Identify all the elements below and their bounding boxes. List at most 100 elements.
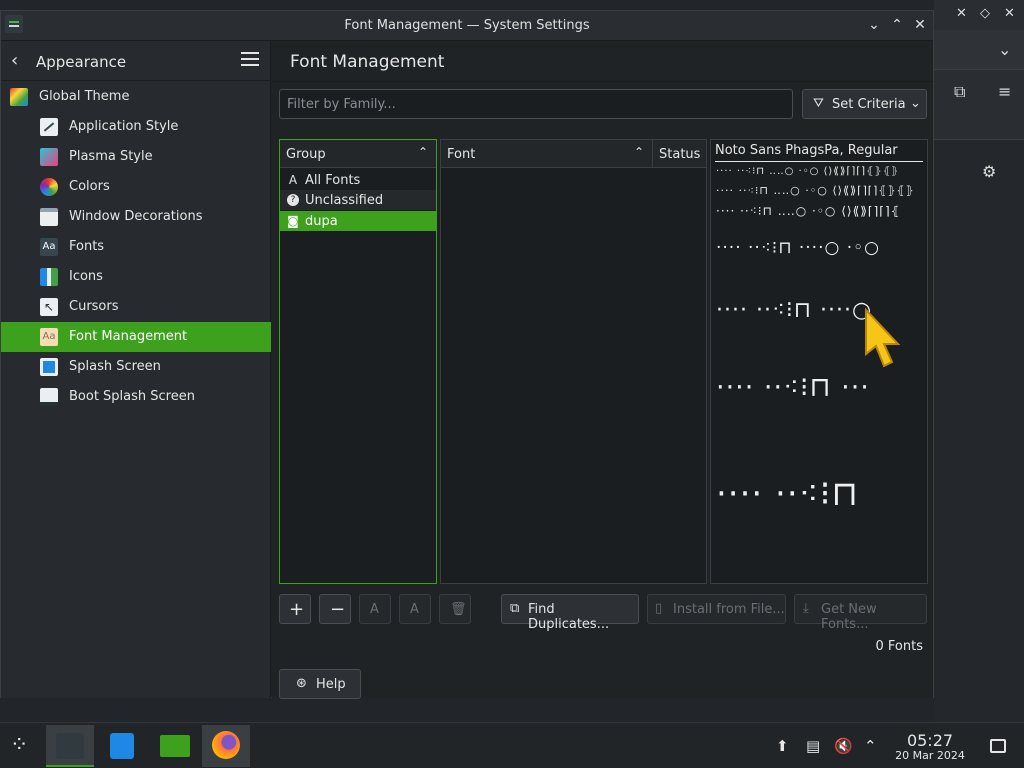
menu-icon[interactable]: ≡ xyxy=(998,82,1011,101)
mouse-pointer-icon xyxy=(865,308,901,368)
font-disable-icon: A xyxy=(410,602,419,617)
close-button[interactable]: ✕ xyxy=(911,16,929,34)
delete-font-button[interactable]: 🗑 xyxy=(439,594,471,624)
font-column-header[interactable]: Font ⌃ xyxy=(441,140,652,168)
help-circle-icon: ? xyxy=(287,194,299,206)
remove-group-button[interactable]: − xyxy=(319,594,351,624)
hamburger-menu-icon[interactable] xyxy=(241,52,259,66)
set-criteria-button[interactable]: ⛛ Set Criteria ⌄ xyxy=(802,89,927,119)
preview-sample-row: ···· ··⁖⁝⊓ ··· xyxy=(716,372,870,403)
minimize-icon[interactable]: ✕ xyxy=(956,6,967,21)
get-new-fonts-label: Get New Fonts... xyxy=(821,602,877,632)
chevron-up-icon[interactable]: ⌃ xyxy=(864,737,877,755)
clipboard-icon[interactable]: ▤ xyxy=(806,737,820,755)
clock-date[interactable]: 20 Mar 2024 xyxy=(885,749,975,762)
sidebar-item-plasma-style[interactable]: Plasma Style xyxy=(1,142,271,172)
sidebar-item-label: Application Style xyxy=(69,119,179,134)
find-duplicates-button[interactable]: ⧉ Find Duplicates... xyxy=(501,594,639,632)
boot-splash-screen-icon xyxy=(40,388,58,406)
firefox-icon xyxy=(212,731,240,759)
sidebar-item-boot-splash-screen[interactable]: Boot Splash Screen xyxy=(1,382,271,412)
background-window-titlebar: ✕ ◇ ✕ xyxy=(934,0,1024,30)
close-icon[interactable]: ✕ xyxy=(1004,6,1015,21)
preview-underline xyxy=(715,161,923,162)
group-list-panel[interactable]: Group ⌃ A All Fonts ? Unclassified ◙ dup… xyxy=(279,139,437,584)
desktop: ✕ ◇ ✕ ⌄ ⧉ ≡ ⚙ Font Management — System S… xyxy=(0,0,1024,768)
minus-icon: − xyxy=(330,599,346,620)
sidebar-item-application-style[interactable]: Application Style xyxy=(1,112,271,142)
sidebar-item-font-management[interactable]: Aa Font Management xyxy=(1,322,271,352)
disable-font-button[interactable]: A xyxy=(399,594,431,624)
maximize-button[interactable]: ⌃ xyxy=(888,16,906,34)
sidebar-category-title: Appearance xyxy=(36,53,127,71)
enable-font-button[interactable]: A xyxy=(359,594,391,624)
status-column-header[interactable]: Status xyxy=(652,140,706,168)
chevron-up-icon[interactable]: ⌃ xyxy=(634,145,644,159)
gear-icon[interactable]: ⚙ xyxy=(982,162,996,181)
sidebar-item-splash-screen[interactable]: Splash Screen xyxy=(1,352,271,382)
volume-muted-icon[interactable]: 🔇 xyxy=(834,737,853,755)
folder-icon xyxy=(160,735,190,757)
install-from-file-button[interactable]: ▯ Install from File... xyxy=(647,594,786,624)
filter-by-family-input[interactable]: Filter by Family... xyxy=(279,89,793,119)
sidebar-header: ‹ Appearance xyxy=(1,41,271,81)
plasma-style-icon xyxy=(40,148,58,166)
plus-icon: + xyxy=(289,599,305,620)
diamond-icon[interactable]: ◇ xyxy=(980,6,990,21)
background-window-toolbar: ⌄ xyxy=(934,30,1024,70)
application-style-icon xyxy=(40,118,58,136)
preview-sample-row: ···· ··⁖⁝⊓ xyxy=(716,474,859,514)
fonts-icon: Aa xyxy=(40,238,58,256)
preview-sample-row: ···· ··⁖⁝⊓ ····○ ·◦○ xyxy=(716,238,880,258)
chevron-up-icon[interactable]: ⌃ xyxy=(418,145,428,159)
taskbar: ⁘ ⬆ ▤ 🔇 ⌃ 05:27 20 Mar 2024 xyxy=(0,722,1024,768)
sidebar-item-cursors[interactable]: ↖ Cursors xyxy=(1,292,271,322)
taskbar-discover[interactable] xyxy=(98,725,146,767)
group-item-all-fonts[interactable]: A All Fonts xyxy=(280,170,436,190)
install-from-file-label: Install from File... xyxy=(673,602,785,617)
show-desktop-icon[interactable] xyxy=(990,739,1006,753)
background-window-header: ⧉ ≡ xyxy=(934,70,1024,140)
update-icon[interactable]: ⬆ xyxy=(776,737,789,755)
chevron-down-icon: ⌄ xyxy=(910,96,921,111)
group-item-unclassified[interactable]: ? Unclassified xyxy=(280,190,436,210)
sidebar-item-label: Cursors xyxy=(69,299,119,314)
taskbar-dolphin[interactable] xyxy=(150,725,198,767)
filter-icon: ⛛ xyxy=(813,96,824,111)
back-arrow-icon[interactable]: ‹ xyxy=(11,50,18,71)
sidebar-item-label: Boot Splash Screen xyxy=(69,389,195,404)
window-titlebar[interactable]: Font Management — System Settings ⌄ ⌃ ✕ xyxy=(1,11,933,41)
taskbar-system-settings[interactable] xyxy=(46,725,94,767)
sidebar-item-label: Font Management xyxy=(69,329,188,344)
group-item-dupa[interactable]: ◙ dupa xyxy=(280,211,436,231)
window-decorations-icon xyxy=(40,208,58,226)
taskbar-firefox[interactable] xyxy=(202,725,250,767)
sidebar-item-global-theme[interactable]: Global Theme xyxy=(1,82,271,112)
get-new-fonts-button[interactable]: ⤓ Get New Fonts... xyxy=(794,594,927,632)
system-settings-window: Font Management — System Settings ⌄ ⌃ ✕ … xyxy=(0,10,934,699)
sidebar-item-label: Fonts xyxy=(69,239,105,254)
sidebar-item-window-decorations[interactable]: Window Decorations xyxy=(1,202,271,232)
splash-screen-icon xyxy=(40,358,58,376)
add-group-button[interactable]: + xyxy=(279,594,311,624)
sidebar-item-icons[interactable]: Icons xyxy=(1,262,271,292)
font-enable-icon: A xyxy=(370,602,379,617)
group-header-label: Group xyxy=(286,147,326,162)
chevron-down-icon[interactable]: ⌄ xyxy=(998,40,1011,59)
font-list-panel[interactable]: Font ⌃ Status xyxy=(440,139,707,584)
preview-sample-row: ···· ··⁖⁝⊓ ‥‥○ ·◦○ ⟨⟩⟪⟫⌈⌉⌈⌉⦃⦄⦃⦄ xyxy=(716,184,915,197)
application-launcher[interactable]: ⁘ xyxy=(0,725,48,767)
sidebar-item-label: Window Decorations xyxy=(69,209,203,224)
global-theme-icon xyxy=(10,88,28,106)
sidebar-item-colors[interactable]: Colors xyxy=(1,172,271,202)
page-title: Font Management xyxy=(290,52,445,72)
extension-icon[interactable]: ⧉ xyxy=(954,82,965,102)
trash-icon: 🗑 xyxy=(450,602,467,617)
help-button[interactable]: ⊛ Help xyxy=(279,669,361,699)
file-icon: ▯ xyxy=(655,601,663,616)
sidebar-item-fonts[interactable]: Aa Fonts xyxy=(1,232,271,262)
sidebar: ‹ Appearance Global Theme Application St… xyxy=(1,41,271,698)
group-column-header[interactable]: Group ⌃ xyxy=(280,140,436,168)
minimize-button[interactable]: ⌄ xyxy=(865,16,883,34)
clock-time[interactable]: 05:27 xyxy=(890,731,970,750)
